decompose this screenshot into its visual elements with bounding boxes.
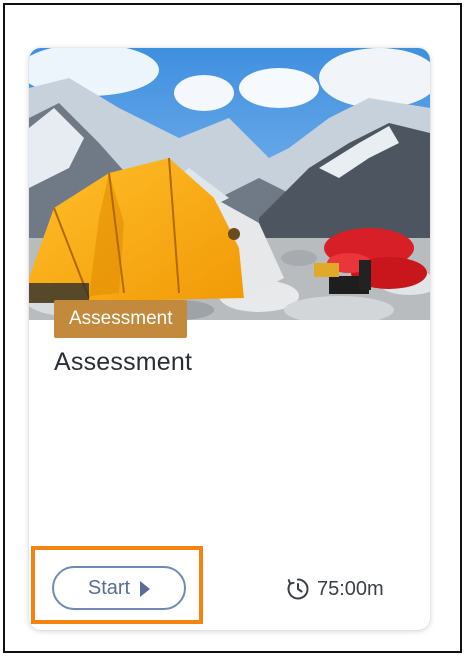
play-icon	[140, 580, 151, 597]
card-title: Assessment	[54, 348, 193, 376]
mountain-camp-illustration	[29, 48, 430, 320]
timer-icon	[287, 578, 309, 600]
card-image	[29, 48, 430, 320]
category-tag: Assessment	[54, 300, 188, 338]
assessment-card[interactable]: Assessment Assessment	[29, 48, 430, 630]
duration-text: 75:00m	[317, 577, 384, 600]
duration-info: 75:00m	[285, 576, 384, 602]
start-button[interactable]: Start	[52, 566, 186, 610]
start-button-label: Start	[87, 576, 131, 599]
